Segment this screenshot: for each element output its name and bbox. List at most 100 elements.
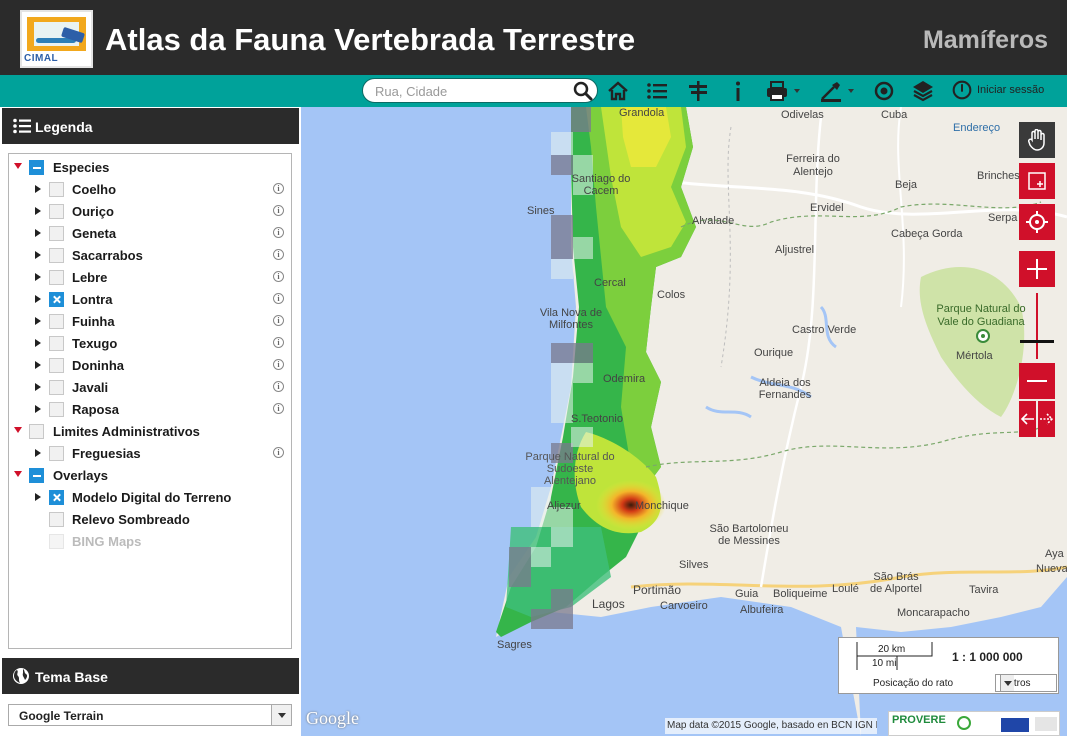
place-label: Ourique [754,347,794,359]
app-header: CIMAL Atlas da Fauna Vertebrada Terrestr… [0,0,1067,75]
measure-caret-icon[interactable] [848,89,854,93]
info-icon[interactable]: i [273,293,284,304]
signpost-icon[interactable] [686,79,710,103]
search-input[interactable] [375,82,565,100]
expanded-icon[interactable] [14,163,22,169]
layer-checkbox[interactable] [49,380,64,395]
scale-km: 20 km [878,644,906,655]
group-especies[interactable]: Especies [9,156,291,178]
layer-checkbox[interactable] [49,292,64,307]
collapsed-icon[interactable] [35,207,41,215]
pan-hand-button[interactable] [1019,122,1055,158]
layer-checkbox[interactable] [49,512,64,527]
info-icon[interactable]: i [273,315,284,326]
info-icon[interactable]: i [273,403,284,414]
collapsed-icon[interactable] [35,449,41,457]
info-icon[interactable]: i [273,271,284,282]
layer-checkbox[interactable] [49,182,64,197]
layer-relevo-sombreado[interactable]: Relevo Sombreado [9,508,291,530]
info-icon[interactable]: i [273,381,284,392]
collapsed-icon[interactable] [35,405,41,413]
search-icon[interactable] [573,81,593,101]
park-marker-icon[interactable] [976,329,990,343]
expanded-icon[interactable] [14,471,22,477]
layer-texugo[interactable]: Texugo i [9,332,291,354]
group-checkbox[interactable] [29,424,44,439]
layer-doninha[interactable]: Doninha i [9,354,291,376]
layer-checkbox[interactable] [49,270,64,285]
collapsed-icon[interactable] [35,273,41,281]
google-logo[interactable]: Google [306,708,359,729]
layer-checkbox[interactable] [49,226,64,241]
layer-checkbox[interactable] [49,402,64,417]
layer-checkbox[interactable] [49,336,64,351]
info-icon[interactable] [726,79,750,103]
layer-checkbox[interactable] [49,204,64,219]
collapsed-icon[interactable] [35,317,41,325]
target-icon[interactable] [872,79,896,103]
info-icon[interactable]: i [273,249,284,260]
layer-geneta[interactable]: Geneta i [9,222,291,244]
zoom-out-button[interactable] [1019,363,1055,399]
layer-lontra[interactable]: Lontra i [9,288,291,310]
info-icon[interactable]: i [273,359,284,370]
collapsed-icon[interactable] [35,251,41,259]
collapsed-icon[interactable] [35,383,41,391]
locate-button[interactable] [1019,204,1055,240]
dropdown-arrow-icon[interactable] [1000,675,1014,691]
info-icon[interactable]: i [273,227,284,238]
place-label: Santiago do Cacem [571,173,631,197]
layer-sacarrabos[interactable]: Sacarrabos i [9,244,291,266]
base-theme-select[interactable]: Google Terrain [8,704,292,726]
scale-ratio: 1 : 1 000 000 [952,650,1023,664]
map-view[interactable]: Grandola Odivelas Cuba Endereço Santiago… [301,107,1067,736]
info-icon[interactable]: i [273,205,284,216]
list-icon[interactable] [645,79,669,103]
layer-freguesias[interactable]: Freguesias i [9,442,291,464]
history-back-button[interactable] [1019,401,1036,437]
layer-checkbox[interactable] [49,446,64,461]
layer-ourico[interactable]: Ouriço i [9,200,291,222]
measure-icon[interactable] [819,79,843,103]
layer-lebre[interactable]: Lebre i [9,266,291,288]
collapsed-icon[interactable] [35,493,41,501]
layer-raposa[interactable]: Raposa i [9,398,291,420]
collapsed-icon[interactable] [35,339,41,347]
layer-fuinha[interactable]: Fuinha i [9,310,291,332]
cimal-logo[interactable]: CIMAL [20,10,93,68]
expanded-icon[interactable] [14,427,22,433]
layer-checkbox[interactable] [49,490,64,505]
layer-modelo-digital-terreno[interactable]: Modelo Digital do Terreno [9,486,291,508]
layer-javali[interactable]: Javali i [9,376,291,398]
group-checkbox[interactable] [29,468,44,483]
collapsed-icon[interactable] [35,229,41,237]
layer-coelho[interactable]: Coelho i [9,178,291,200]
layers-icon[interactable] [911,79,935,103]
info-icon[interactable]: i [273,337,284,348]
layer-checkbox[interactable] [49,248,64,263]
zoom-slider-handle[interactable] [1020,340,1054,343]
unit-select[interactable]: Metros [995,674,1057,692]
zoom-slider-track[interactable] [1036,293,1038,359]
power-icon[interactable] [952,80,972,100]
layer-checkbox[interactable] [49,358,64,373]
zoom-box-button[interactable] [1019,163,1055,199]
zoom-in-button[interactable] [1019,251,1055,287]
info-icon[interactable]: i [273,447,284,458]
group-checkbox[interactable] [29,160,44,175]
print-caret-icon[interactable] [794,89,800,93]
print-icon[interactable] [765,79,789,103]
layer-checkbox[interactable] [49,314,64,329]
collapsed-icon[interactable] [35,295,41,303]
login-link[interactable]: Iniciar sessão [977,84,1044,96]
collapsed-icon[interactable] [35,361,41,369]
layer-checkbox [49,534,64,549]
collapsed-icon[interactable] [35,185,41,193]
group-limites-administrativos[interactable]: Limites Administrativos [9,420,291,442]
group-overlays[interactable]: Overlays [9,464,291,486]
home-icon[interactable] [606,79,630,103]
info-icon[interactable]: i [273,183,284,194]
place-label: Parque Natural do Sudoeste Alentejano [525,451,615,487]
history-forward-button[interactable] [1038,401,1055,437]
dropdown-arrow-icon[interactable] [271,705,291,725]
